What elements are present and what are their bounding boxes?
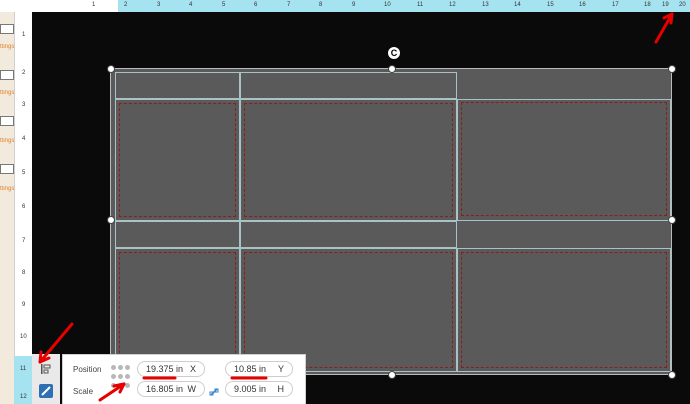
annotation-overlay (38, 12, 674, 402)
